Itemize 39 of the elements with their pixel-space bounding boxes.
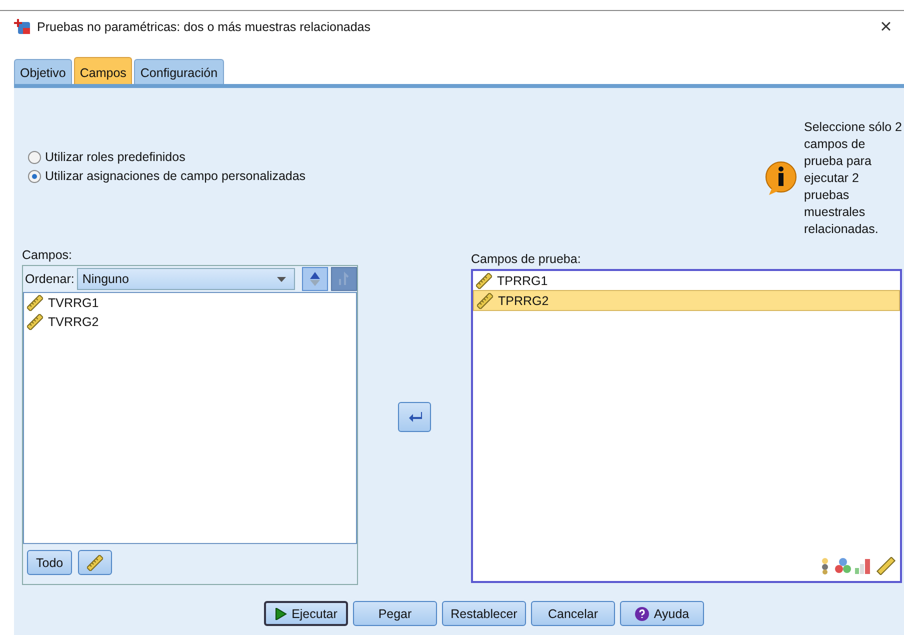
dialog-button[interactable]: Pegar <box>353 601 437 626</box>
test-field-item[interactable]: TPRRG2 <box>473 290 900 311</box>
sort-dropdown[interactable]: Ninguno <box>77 268 295 290</box>
radio-button[interactable] <box>28 150 41 164</box>
move-back-button[interactable] <box>398 402 431 432</box>
radio-label[interactable]: Utilizar roles predefinidos <box>45 150 186 164</box>
sort-label: Ordenar: <box>25 272 74 286</box>
scale-filter-button[interactable] <box>78 550 112 575</box>
help-button[interactable]: Ayuda <box>620 601 704 626</box>
ruler-icon <box>27 314 43 330</box>
radio-button[interactable] <box>28 170 41 182</box>
field-item[interactable]: TVRRG1 <box>24 293 356 312</box>
play-icon <box>274 608 287 620</box>
close-button[interactable]: × <box>876 16 896 38</box>
tab[interactable]: Objetivo <box>14 59 72 84</box>
test-field-item[interactable]: TPRRG1 <box>473 271 900 290</box>
test-fields-label: Campos de prueba: <box>471 252 582 268</box>
window-title: Pruebas no paramétricas: dos o más muestras relacionadas <box>37 20 372 34</box>
dropdown-arrow-icon <box>277 276 286 282</box>
all-button[interactable]: Todo <box>27 550 72 575</box>
info-text: Seleccione sólo 2 campos de prueba para ejecutar 2 pruebas muestrales relacionadas. <box>804 118 903 238</box>
tab[interactable]: Campos <box>74 57 132 84</box>
dialog-button[interactable]: Restablecer <box>442 601 526 626</box>
sort-arrows-icon <box>309 271 321 287</box>
radio-label[interactable]: Utilizar asignaciones de campo personalizadas <box>45 169 306 183</box>
field-item[interactable]: TVRRG2 <box>24 312 356 331</box>
tab[interactable]: Configuración <box>134 59 224 84</box>
app-icon <box>14 19 31 35</box>
info-icon <box>764 160 798 196</box>
fields-label: Campos: <box>22 248 74 264</box>
dialog-button[interactable]: Cancelar <box>531 601 615 626</box>
return-arrow-icon <box>408 410 422 422</box>
ruler-icon <box>476 272 492 288</box>
help-icon <box>634 606 649 620</box>
sort-order-icon <box>337 271 351 287</box>
ruler-icon <box>27 294 43 310</box>
ruler-icon <box>477 292 493 308</box>
sort-direction-button[interactable] <box>302 267 328 291</box>
run-button[interactable]: Ejecutar <box>264 601 348 626</box>
